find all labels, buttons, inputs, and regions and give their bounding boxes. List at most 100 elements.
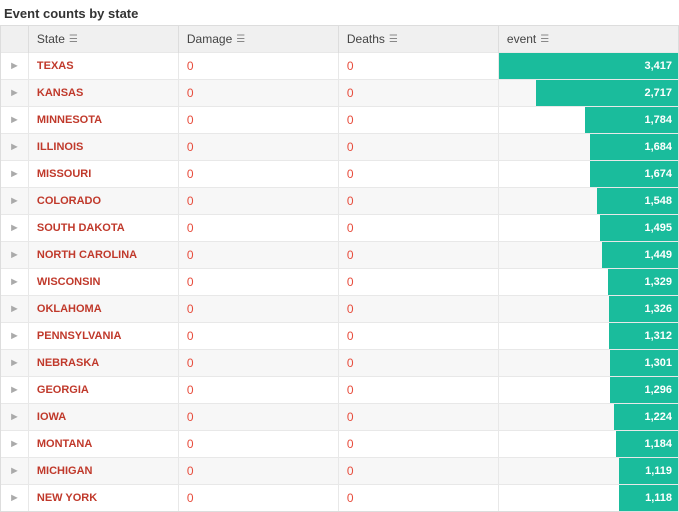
state-cell: MINNESOTA xyxy=(28,107,178,134)
event-cell: 1,495 xyxy=(498,215,678,242)
damage-cell: 0 xyxy=(178,431,338,458)
damage-col-header[interactable]: Damage ☰ xyxy=(178,26,338,53)
data-table: State ☰ Damage ☰ Deaths ☰ xyxy=(1,26,678,511)
table-row[interactable]: ►COLORADO001,548 xyxy=(1,188,678,215)
expand-cell[interactable]: ► xyxy=(1,242,28,269)
table-row[interactable]: ►NEW YORK001,118 xyxy=(1,485,678,512)
event-bar: 1,301 xyxy=(610,350,678,376)
table-row[interactable]: ►TEXAS003,417 xyxy=(1,53,678,80)
damage-cell: 0 xyxy=(178,134,338,161)
event-bar: 1,784 xyxy=(585,107,678,133)
state-cell: COLORADO xyxy=(28,188,178,215)
damage-sort-icon[interactable]: ☰ xyxy=(236,34,245,45)
expand-cell[interactable]: ► xyxy=(1,377,28,404)
event-bar: 1,674 xyxy=(590,161,678,187)
table-header-row: State ☰ Damage ☰ Deaths ☰ xyxy=(1,26,678,53)
event-cell: 2,717 xyxy=(498,80,678,107)
deaths-cell: 0 xyxy=(338,485,498,512)
state-cell: OKLAHOMA xyxy=(28,296,178,323)
deaths-cell: 0 xyxy=(338,134,498,161)
event-bar: 2,717 xyxy=(536,80,678,106)
event-bar: 1,184 xyxy=(616,431,678,457)
table-row[interactable]: ►NEBRASKA001,301 xyxy=(1,350,678,377)
damage-cell: 0 xyxy=(178,350,338,377)
deaths-cell: 0 xyxy=(338,404,498,431)
table-row[interactable]: ►MISSOURI001,674 xyxy=(1,161,678,188)
expand-cell[interactable]: ► xyxy=(1,485,28,512)
table-row[interactable]: ►ILLINOIS001,684 xyxy=(1,134,678,161)
expand-cell[interactable]: ► xyxy=(1,161,28,188)
event-col-header[interactable]: event ☰ xyxy=(498,26,678,53)
state-cell: NEW YORK xyxy=(28,485,178,512)
deaths-sort-icon[interactable]: ☰ xyxy=(389,34,398,45)
damage-cell: 0 xyxy=(178,80,338,107)
table-container: State ☰ Damage ☰ Deaths ☰ xyxy=(0,25,679,512)
table-row[interactable]: ►PENNSYLVANIA001,312 xyxy=(1,323,678,350)
damage-cell: 0 xyxy=(178,161,338,188)
event-cell: 1,674 xyxy=(498,161,678,188)
deaths-col-header[interactable]: Deaths ☰ xyxy=(338,26,498,53)
expand-cell[interactable]: ► xyxy=(1,269,28,296)
state-cell: PENNSYLVANIA xyxy=(28,323,178,350)
event-bar: 1,119 xyxy=(619,458,678,484)
deaths-cell: 0 xyxy=(338,242,498,269)
expand-cell[interactable]: ► xyxy=(1,350,28,377)
state-sort-icon[interactable]: ☰ xyxy=(69,34,78,45)
expand-col-header xyxy=(1,26,28,53)
event-bar: 1,684 xyxy=(590,134,678,160)
event-value: 1,674 xyxy=(644,168,672,180)
event-bar: 1,118 xyxy=(619,485,678,511)
damage-cell: 0 xyxy=(178,188,338,215)
expand-cell[interactable]: ► xyxy=(1,404,28,431)
expand-cell[interactable]: ► xyxy=(1,323,28,350)
expand-cell[interactable]: ► xyxy=(1,458,28,485)
damage-cell: 0 xyxy=(178,458,338,485)
table-row[interactable]: ►NORTH CAROLINA001,449 xyxy=(1,242,678,269)
table-row[interactable]: ►MONTANA001,184 xyxy=(1,431,678,458)
deaths-cell: 0 xyxy=(338,107,498,134)
table-row[interactable]: ►SOUTH DAKOTA001,495 xyxy=(1,215,678,242)
table-row[interactable]: ►MICHIGAN001,119 xyxy=(1,458,678,485)
damage-cell: 0 xyxy=(178,377,338,404)
deaths-cell: 0 xyxy=(338,458,498,485)
state-cell: WISCONSIN xyxy=(28,269,178,296)
event-value: 1,296 xyxy=(644,384,672,396)
table-row[interactable]: ►OKLAHOMA001,326 xyxy=(1,296,678,323)
expand-cell[interactable]: ► xyxy=(1,431,28,458)
event-value: 1,784 xyxy=(644,114,672,126)
event-bar: 1,326 xyxy=(609,296,678,322)
event-bar: 1,329 xyxy=(608,269,678,295)
state-cell: TEXAS xyxy=(28,53,178,80)
table-row[interactable]: ►MINNESOTA001,784 xyxy=(1,107,678,134)
deaths-cell: 0 xyxy=(338,323,498,350)
widget-title: Event counts by state xyxy=(0,0,679,25)
deaths-cell: 0 xyxy=(338,350,498,377)
event-cell: 1,296 xyxy=(498,377,678,404)
table-row[interactable]: ►WISCONSIN001,329 xyxy=(1,269,678,296)
event-sort-icon[interactable]: ☰ xyxy=(540,34,549,45)
expand-cell[interactable]: ► xyxy=(1,296,28,323)
expand-cell[interactable]: ► xyxy=(1,107,28,134)
state-cell: MISSOURI xyxy=(28,161,178,188)
deaths-cell: 0 xyxy=(338,215,498,242)
event-bar: 3,417 xyxy=(499,53,678,79)
expand-cell[interactable]: ► xyxy=(1,215,28,242)
damage-cell: 0 xyxy=(178,107,338,134)
event-value: 3,417 xyxy=(644,60,672,72)
table-row[interactable]: ►KANSAS002,717 xyxy=(1,80,678,107)
expand-cell[interactable]: ► xyxy=(1,188,28,215)
event-cell: 1,329 xyxy=(498,269,678,296)
deaths-cell: 0 xyxy=(338,188,498,215)
state-cell: GEORGIA xyxy=(28,377,178,404)
expand-cell[interactable]: ► xyxy=(1,134,28,161)
table-row[interactable]: ►IOWA001,224 xyxy=(1,404,678,431)
expand-cell[interactable]: ► xyxy=(1,80,28,107)
expand-cell[interactable]: ► xyxy=(1,53,28,80)
event-cell: 1,548 xyxy=(498,188,678,215)
state-col-header[interactable]: State ☰ xyxy=(28,26,178,53)
event-value: 1,184 xyxy=(644,438,672,450)
deaths-cell: 0 xyxy=(338,80,498,107)
damage-cell: 0 xyxy=(178,404,338,431)
table-row[interactable]: ►GEORGIA001,296 xyxy=(1,377,678,404)
state-cell: SOUTH DAKOTA xyxy=(28,215,178,242)
